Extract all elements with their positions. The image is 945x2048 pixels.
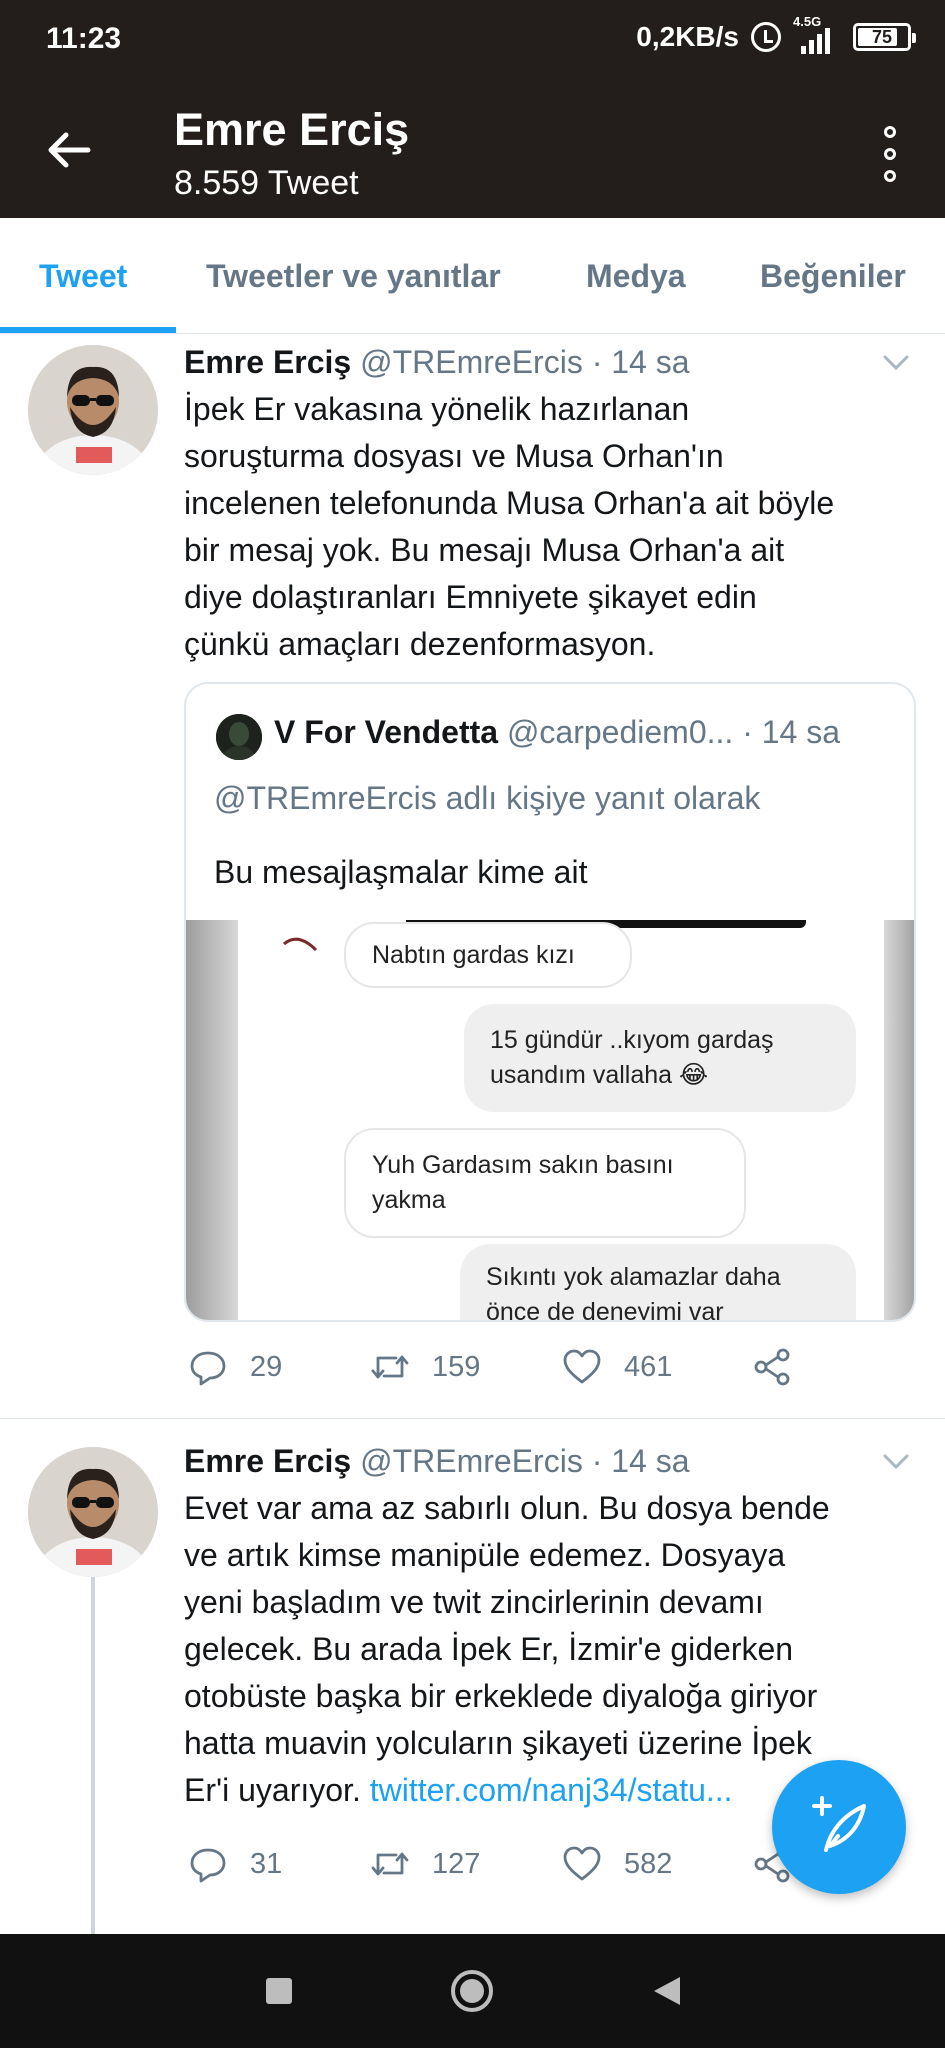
tweet-text-line: incelenen telefonunda Musa Orhan'a ait b… — [184, 485, 835, 521]
tweet-text-line: bir mesaj yok. Bu mesajı Musa Orhan'a ai… — [184, 532, 785, 568]
tweet-text: Evet var ama az sabırlı olun. Bu dosya b… — [184, 1485, 914, 1814]
tweet-text-line: hatta muavin yolcuların şikayeti üzerine… — [184, 1725, 812, 1761]
quote-image[interactable]: Nabtın gardas kızı 15 gündür ..kıyom gar… — [186, 920, 914, 1320]
reply-icon — [190, 1848, 226, 1883]
tweet-text-line: otobüste başka bir erkeklede diyaloğa gi… — [184, 1678, 818, 1714]
chevron-down-icon[interactable] — [881, 347, 911, 377]
tweet-time: · 14 sa — [591, 1443, 690, 1479]
tweet-text-line: çünkü amaçları dezenformasyon. — [184, 626, 656, 662]
back-button[interactable] — [40, 120, 100, 180]
chat-avatar-fragment — [283, 937, 318, 952]
image-edge — [186, 920, 238, 1320]
quote-reply-context: @TREmreErcis adlı kişiye yanıt olarak — [214, 780, 761, 816]
page-title: Emre Erciş — [174, 104, 410, 155]
tweet-text-line: gelecek. Bu arada İpek Er, İzmir'e gider… — [184, 1631, 794, 1667]
net-speed: 0,2KB/s — [636, 21, 739, 52]
battery-icon: 75 — [853, 23, 916, 51]
battery-level: 75 — [871, 26, 893, 47]
tweet-text: İpek Er vakasına yönelik hazırlanan soru… — [184, 386, 914, 668]
status-bar: 11:23 0,2KB/s 4.5G 75 — [0, 0, 945, 80]
arrow-left-icon — [48, 132, 91, 168]
tab-tweets-and-replies[interactable]: Tweetler ve yanıtlar — [206, 258, 501, 295]
quote-text: Bu mesajlaşmalar kime ait — [214, 854, 588, 890]
like-button[interactable]: 461 — [562, 1347, 672, 1387]
retweet-button[interactable]: 159 — [370, 1347, 480, 1387]
retweet-count: 127 — [432, 1847, 481, 1880]
reply-button[interactable]: 29 — [188, 1347, 282, 1387]
tweet-text-line: İpek Er vakasına yönelik hazırlanan — [184, 391, 690, 427]
circle-home-icon — [451, 1970, 493, 2012]
signal-bars-icon: 4.5G — [793, 14, 841, 54]
thread-line — [91, 1569, 95, 1934]
reply-button[interactable]: 31 — [188, 1844, 282, 1884]
image-edge — [884, 920, 914, 1320]
heart-icon — [563, 1349, 601, 1384]
like-button[interactable]: 582 — [562, 1844, 672, 1884]
network-type: 4.5G — [793, 14, 822, 29]
like-count: 582 — [624, 1847, 673, 1880]
compose-tweet-button[interactable] — [772, 1760, 906, 1894]
nav-back-button[interactable] — [650, 1974, 684, 2013]
chat-bubble-incoming: Yuh Gardasım sakın basını yakma — [344, 1128, 746, 1238]
avatar[interactable] — [28, 1447, 158, 1577]
active-tab-indicator — [0, 327, 176, 333]
reply-count: 31 — [250, 1847, 283, 1880]
author-name[interactable]: Emre Erciş — [184, 344, 351, 380]
tweet[interactable]: Emre Erciş @TREmreErcis · 14 sa İpek Er … — [0, 335, 945, 1418]
chat-bubble-outgoing: 15 gündür ..kıyom gardaş usandım vallaha… — [464, 1004, 856, 1112]
quote-header: V For Vendetta @carpediem0... · 14 sa — [274, 714, 840, 751]
chat-bubble-outgoing: Sıkıntı yok alamazlar daha önce de deney… — [460, 1244, 856, 1320]
alarm-clock-icon — [751, 22, 781, 52]
tweet-text-line: yeni başladım ve twit zincirlerinin deva… — [184, 1584, 764, 1620]
status-time: 11:23 — [46, 22, 122, 55]
tweet-header: Emre Erciş @TREmreErcis · 14 sa — [184, 344, 690, 381]
more-vertical-icon — [884, 126, 896, 138]
tweet-header: Emre Erciş @TREmreErcis · 14 sa — [184, 1443, 690, 1480]
tab-likes[interactable]: Beğeniler — [760, 258, 906, 295]
tweet-actions: 29 159 461 — [184, 1347, 914, 1397]
retweet-icon — [371, 1355, 409, 1379]
recents-button[interactable] — [264, 1976, 294, 2011]
share-icon — [754, 1348, 790, 1386]
quote-handle: @carpediem0... — [506, 714, 734, 750]
tweet-time: · 14 sa — [591, 344, 690, 380]
tweet-text-line: soruşturma dosyası ve Musa Orhan'ın — [184, 438, 724, 474]
avatar[interactable] — [28, 345, 158, 475]
share-button[interactable] — [752, 1347, 792, 1387]
more-options-button[interactable] — [875, 126, 905, 182]
like-count: 461 — [624, 1350, 673, 1383]
retweet-icon — [371, 1852, 409, 1876]
reply-count: 29 — [250, 1350, 283, 1383]
tab-media[interactable]: Medya — [586, 258, 686, 295]
quoted-tweet[interactable]: V For Vendetta @carpediem0... · 14 sa @T… — [184, 682, 916, 1322]
retweet-button[interactable]: 127 — [370, 1844, 480, 1884]
compose-feather-icon — [812, 1796, 866, 1852]
tweet-count: 8.559 Tweet — [174, 164, 359, 202]
square-recents-icon — [266, 1978, 292, 2004]
status-indicators: 0,2KB/s 4.5G 75 — [636, 14, 916, 54]
tweet-text-fragment: Er'i uyarıyor. — [184, 1772, 361, 1808]
home-button[interactable] — [449, 1968, 495, 2019]
profile-header: Emre Erciş 8.559 Tweet — [0, 80, 945, 218]
heart-icon — [563, 1846, 601, 1881]
tweet-text-line: Evet var ama az sabırlı olun. Bu dosya b… — [184, 1490, 830, 1526]
quote-author-name: V For Vendetta — [274, 714, 499, 750]
profile-tabs: Tweet Tweetler ve yanıtlar Medya Beğenil… — [0, 218, 945, 334]
system-nav-bar — [0, 1934, 945, 2048]
quote-avatar — [216, 714, 262, 760]
retweet-count: 159 — [432, 1350, 481, 1383]
triangle-back-icon — [654, 1977, 680, 2005]
author-handle: @TREmreErcis — [360, 344, 583, 380]
author-handle: @TREmreErcis — [360, 1443, 583, 1479]
tweet-text-line: ve artık kimse manipüle edemez. Dosyaya — [184, 1537, 786, 1573]
tweet-text-line: diye dolaştıranları Emniyete şikayet edi… — [184, 579, 757, 615]
quote-time: · 14 sa — [742, 714, 841, 750]
tweet-link[interactable]: twitter.com/nanj34/statu... — [370, 1772, 733, 1808]
reply-icon — [190, 1351, 226, 1386]
chevron-down-icon[interactable] — [881, 1446, 911, 1476]
chat-bubble-incoming: Nabtın gardas kızı — [344, 922, 632, 988]
tab-tweet[interactable]: Tweet — [39, 258, 127, 295]
author-name[interactable]: Emre Erciş — [184, 1443, 351, 1479]
